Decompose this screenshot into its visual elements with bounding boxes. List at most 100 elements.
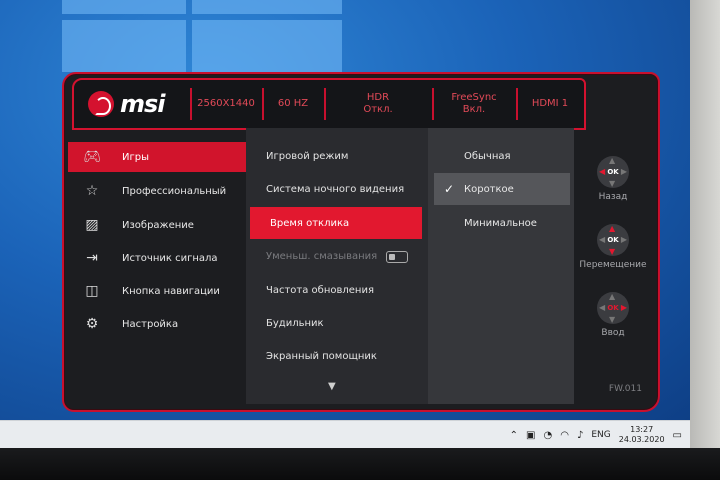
hdr-label: HDR bbox=[366, 92, 390, 103]
refresh-info: 60 HZ bbox=[266, 80, 320, 128]
option-label: Обычная bbox=[464, 150, 511, 162]
option-label: Короткое bbox=[464, 183, 514, 195]
freesync-label: FreeSync bbox=[451, 92, 497, 103]
nav-hint-back: ▲ ◀ OK ▶ ▼ Назад bbox=[574, 156, 652, 202]
header-divider bbox=[262, 88, 264, 120]
sub-item-night-vision[interactable]: Система ночного видения bbox=[246, 173, 428, 205]
menu-item-input-source[interactable]: ⇥ Источник сигнала bbox=[68, 243, 246, 273]
menu-item-label: Источник сигнала bbox=[122, 252, 218, 264]
main-menu: 🎮︎ Игры ☆ Профессиональный ▨ Изображение… bbox=[68, 134, 254, 404]
nav-hint-enter: ▲ ◀ OK ▶ ▼ Ввод bbox=[574, 292, 652, 338]
nav-hint-label: Перемещение bbox=[579, 260, 647, 270]
system-tray: ⌃ ▣ ◔ ◠ ♪ ENG 13:27 24.03.2020 ▭ bbox=[510, 421, 682, 449]
sub-item-alarm-clock[interactable]: Будильник bbox=[246, 307, 428, 339]
action-center-icon[interactable]: ▭ bbox=[673, 430, 682, 441]
image-icon: ▨ bbox=[85, 217, 99, 233]
gamepad-icon: 🎮︎ bbox=[83, 149, 101, 165]
checkmark-icon: ✓ bbox=[444, 182, 455, 196]
sub-item-label: Будильник bbox=[266, 317, 324, 329]
menu-item-label: Профессиональный bbox=[122, 185, 227, 197]
freesync-info: FreeSync Вкл. bbox=[436, 80, 512, 128]
language-indicator[interactable]: ENG bbox=[591, 430, 610, 440]
resolution-info: 2560X1440 bbox=[194, 80, 258, 128]
input-source-icon: ⇥ bbox=[86, 250, 98, 266]
sub-item-label: Время отклика bbox=[270, 217, 350, 229]
arrow-left-icon: ◀ bbox=[599, 303, 606, 312]
wifi-icon[interactable]: ◠ bbox=[560, 430, 569, 441]
menu-item-label: Изображение bbox=[122, 219, 194, 231]
menu-item-navi-key[interactable]: ◫ Кнопка навигации bbox=[68, 276, 246, 306]
clock[interactable]: 13:27 24.03.2020 bbox=[619, 425, 665, 445]
windows-logo-pane bbox=[62, 0, 186, 14]
sub-item-label: Игровой режим bbox=[266, 150, 349, 162]
menu-item-image[interactable]: ▨ Изображение bbox=[68, 210, 246, 240]
arrow-down-icon: ▼ bbox=[609, 315, 616, 324]
nav-hint-label: Назад bbox=[598, 192, 628, 202]
sub-item-refresh-rate[interactable]: Частота обновления bbox=[246, 274, 428, 306]
sub-item-response-time[interactable]: Время отклика bbox=[250, 207, 422, 239]
gear-icon: ⚙ bbox=[85, 316, 99, 332]
menu-item-label: Кнопка навигации bbox=[122, 285, 220, 297]
refresh-value: 60 HZ bbox=[277, 98, 309, 109]
scroll-down-icon[interactable]: ▼ bbox=[328, 381, 336, 392]
windows-logo-pane bbox=[192, 20, 342, 72]
arrow-right-icon: ▶ bbox=[620, 167, 627, 176]
joystick-updown-icon: ▲ ◀ OK ▶ ▼ bbox=[597, 224, 629, 256]
header-divider bbox=[324, 88, 326, 120]
nav-key-icon: ◫ bbox=[85, 283, 99, 299]
options-panel: Обычная ✓ Короткое Минимальное bbox=[428, 128, 574, 404]
option-label: Минимальное bbox=[464, 217, 537, 229]
sub-item-label: Частота обновления bbox=[266, 284, 374, 296]
sub-item-label: Система ночного видения bbox=[266, 183, 405, 195]
nav-hints: ▲ ◀ OK ▶ ▼ Назад ▲ ◀ OK ▶ ▼ Перемещение … bbox=[574, 128, 652, 404]
option-normal[interactable]: Обычная bbox=[428, 140, 574, 172]
hdr-info: HDR Откл. bbox=[328, 80, 428, 128]
msi-logo: msi bbox=[88, 90, 166, 118]
resolution-value: 2560X1440 bbox=[197, 98, 255, 109]
chevron-up-icon[interactable]: ⌃ bbox=[510, 430, 518, 441]
toggle-switch bbox=[386, 251, 408, 263]
hdr-value: Откл. bbox=[363, 104, 393, 115]
sub-item-game-mode[interactable]: Игровой режим bbox=[246, 140, 428, 172]
option-fastest[interactable]: Минимальное bbox=[428, 207, 574, 239]
nav-hint-label: Ввод bbox=[601, 328, 625, 338]
ok-label: OK bbox=[607, 236, 619, 244]
option-fast[interactable]: ✓ Короткое bbox=[434, 173, 570, 205]
notification-icon[interactable]: ◔ bbox=[543, 430, 552, 441]
sub-item-label: Уменьш. смазывания bbox=[266, 250, 378, 262]
star-icon: ☆ bbox=[85, 183, 99, 199]
arrow-up-icon: ▲ bbox=[609, 224, 616, 233]
menu-item-label: Игры bbox=[122, 151, 149, 163]
joystick-left-icon: ▲ ◀ OK ▶ ▼ bbox=[597, 156, 629, 188]
firmware-version: FW.011 bbox=[608, 384, 642, 394]
menu-item-label: Настройка bbox=[122, 318, 179, 330]
menu-item-gaming[interactable]: 🎮︎ Игры bbox=[68, 142, 254, 172]
arrow-up-icon: ▲ bbox=[609, 292, 616, 301]
volume-icon[interactable]: ♪ bbox=[577, 430, 583, 441]
ok-label: OK bbox=[607, 304, 619, 312]
clock-time: 13:27 bbox=[630, 425, 654, 434]
menu-item-settings[interactable]: ⚙ Настройка bbox=[68, 309, 246, 339]
header-divider bbox=[190, 88, 192, 120]
sub-item-blur-reduction: Уменьш. смазывания bbox=[246, 240, 428, 272]
header-divider bbox=[516, 88, 518, 120]
nav-hint-move: ▲ ◀ OK ▶ ▼ Перемещение bbox=[574, 224, 652, 270]
sub-item-screen-assistance[interactable]: Экранный помощник bbox=[246, 340, 428, 372]
arrow-up-icon: ▲ bbox=[609, 156, 616, 165]
arrow-right-icon: ▶ bbox=[620, 235, 627, 244]
windows-logo-pane bbox=[192, 0, 342, 14]
arrow-down-icon: ▼ bbox=[609, 247, 616, 256]
taskbar: ⌃ ▣ ◔ ◠ ♪ ENG 13:27 24.03.2020 ▭ bbox=[0, 420, 690, 449]
brand-text: msi bbox=[120, 90, 166, 118]
arrow-left-icon: ◀ bbox=[599, 167, 606, 176]
arrow-down-icon: ▼ bbox=[609, 179, 616, 188]
msi-dragon-icon bbox=[88, 91, 114, 117]
freesync-value: Вкл. bbox=[462, 104, 486, 115]
menu-item-professional[interactable]: ☆ Профессиональный bbox=[68, 176, 246, 206]
osd-menu: msi 2560X1440 60 HZ HDR Откл. FreeSync В… bbox=[62, 72, 660, 412]
osd-header: msi 2560X1440 60 HZ HDR Откл. FreeSync В… bbox=[72, 78, 586, 130]
network-icon[interactable]: ▣ bbox=[526, 430, 535, 441]
arrow-left-icon: ◀ bbox=[599, 235, 606, 244]
windows-logo-pane bbox=[62, 20, 186, 72]
sub-item-label: Экранный помощник bbox=[266, 350, 377, 362]
